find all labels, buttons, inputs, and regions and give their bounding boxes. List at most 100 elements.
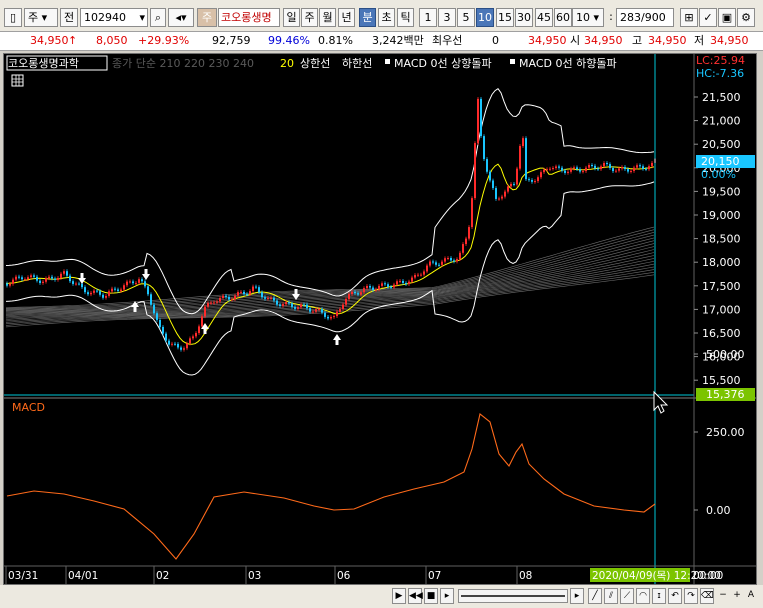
zoom-out-icon[interactable]: − xyxy=(716,588,730,604)
axis-end-time: 00:00 xyxy=(693,570,723,582)
search-icon[interactable]: ⌕ xyxy=(150,8,166,27)
period-button[interactable]: 초 xyxy=(378,8,395,27)
chart-canvas[interactable]: 코오롱생명과학 종가 단순 210 220 230 240 20 상한선 하한선… xyxy=(4,54,756,584)
candle-body xyxy=(294,306,296,309)
candle-body xyxy=(357,293,359,295)
hc-label: HC:-7.36 xyxy=(696,67,744,80)
candle-body xyxy=(423,271,425,275)
period-button[interactable]: 주 xyxy=(301,8,318,27)
upper-band-line xyxy=(5,88,655,315)
interval-select[interactable]: 10 ▾ xyxy=(572,8,604,27)
draw-channel-icon[interactable]: ⫽ xyxy=(604,588,618,604)
interval-button[interactable]: 3 xyxy=(438,8,456,27)
candle-body xyxy=(387,284,389,287)
erase-icon[interactable]: ⌫ xyxy=(700,588,714,604)
candle-body xyxy=(171,343,173,345)
candle-body xyxy=(24,279,26,281)
interval-button[interactable]: 60 xyxy=(554,8,572,27)
candle-body xyxy=(66,271,68,276)
data-table-icon[interactable] xyxy=(11,74,24,87)
candle-body xyxy=(78,283,80,285)
market-select[interactable]: 주 ▾ xyxy=(24,8,58,27)
candle-body xyxy=(168,340,170,345)
period-button[interactable]: 분 xyxy=(359,8,376,27)
draw-arc-icon[interactable]: ◠ xyxy=(636,588,650,604)
candle-body xyxy=(33,275,35,277)
interval-button[interactable]: 15 xyxy=(496,8,514,27)
candle-body xyxy=(576,167,578,170)
candle-body xyxy=(324,312,326,317)
draw-fan-icon[interactable]: ⟋ xyxy=(620,588,634,604)
chart-area[interactable]: 코오롱생명과학 종가 단순 210 220 230 240 20 상한선 하한선… xyxy=(3,53,757,585)
candle-body xyxy=(204,306,206,317)
period-button[interactable]: 월 xyxy=(319,8,336,27)
play-icon[interactable]: ▶ xyxy=(392,588,406,604)
interval-button[interactable]: 45 xyxy=(535,8,553,27)
data-count-field[interactable]: 283/900 xyxy=(616,8,674,27)
candle-body xyxy=(207,302,209,307)
candle-body xyxy=(93,290,95,293)
code-dropdown-icon[interactable]: ▾ xyxy=(139,9,145,26)
price-tick-label: 17,500 xyxy=(702,280,741,293)
interval-button[interactable]: 5 xyxy=(457,8,475,27)
candle-body xyxy=(330,316,332,319)
interval-button[interactable]: 1 xyxy=(419,8,437,27)
chart-window-icon[interactable]: ▯ xyxy=(4,8,22,27)
signal-arrow xyxy=(333,334,341,345)
data-count: 283 xyxy=(620,11,641,24)
draw-line-icon[interactable]: ╱ xyxy=(588,588,602,604)
macd-down-legend: MACD 0선 하향돌파 xyxy=(519,56,617,70)
quote-amount: 3,242백만 xyxy=(372,34,424,47)
period-button[interactable]: 틱 xyxy=(397,8,414,27)
candle-body xyxy=(570,168,572,172)
candle-body xyxy=(327,316,329,319)
stock-code-input[interactable]: 102940 ▾ xyxy=(80,8,148,27)
candle-body xyxy=(360,292,362,295)
interval-button[interactable]: 30 xyxy=(515,8,533,27)
scroll-right-icon[interactable]: ▸ xyxy=(570,588,584,604)
gear-icon[interactable]: ⚙ xyxy=(737,8,755,27)
candle-body xyxy=(363,288,365,293)
x-tick-label: 04/01 xyxy=(68,570,98,582)
market-value: 주 xyxy=(28,11,39,24)
sound-icon[interactable]: ◂▾ xyxy=(168,8,194,27)
candle-body xyxy=(477,98,479,144)
candle-body xyxy=(9,283,11,286)
candle-body xyxy=(639,165,641,167)
rewind-icon[interactable]: ◀◀ xyxy=(408,588,423,604)
period-button[interactable]: 년 xyxy=(338,8,355,27)
candle-body xyxy=(216,301,218,303)
scroll-slider[interactable] xyxy=(458,589,568,603)
candle-body xyxy=(21,277,23,280)
candle-body xyxy=(426,265,428,272)
quote-turnover: 0.81% xyxy=(318,34,353,47)
candle-body xyxy=(573,167,575,169)
grid-icon[interactable]: ⊞ xyxy=(680,8,698,27)
candle-body xyxy=(237,292,239,296)
redo-icon[interactable]: ↷ xyxy=(684,588,698,604)
candle-body xyxy=(474,143,476,199)
candle-body xyxy=(621,167,623,169)
step-back-icon[interactable]: ▸ xyxy=(440,588,454,604)
candle-body xyxy=(420,274,422,276)
period-button[interactable]: 일 xyxy=(283,8,300,27)
text-size-icon[interactable]: A xyxy=(744,588,758,604)
save-icon[interactable]: ▣ xyxy=(718,8,736,27)
check-icon[interactable]: ✓ xyxy=(699,8,717,27)
candle-body xyxy=(351,291,353,295)
interval-button[interactable]: 10 xyxy=(476,8,494,27)
candle-body xyxy=(384,283,386,285)
type-button[interactable]: 전 xyxy=(60,8,78,27)
count-spin-icon[interactable]: : xyxy=(608,8,614,27)
zoom-in-icon[interactable]: + xyxy=(730,588,744,604)
draw-text-icon[interactable]: ɪ xyxy=(652,588,666,604)
candle-body xyxy=(60,273,62,278)
quote-pref-value: 0 xyxy=(492,34,499,47)
stop-icon[interactable]: ■ xyxy=(424,588,438,604)
candle-body xyxy=(249,291,251,295)
candle-body xyxy=(81,283,83,288)
candle-body xyxy=(210,302,212,304)
candle-body xyxy=(126,281,128,286)
candle-body xyxy=(177,343,179,348)
undo-icon[interactable]: ↶ xyxy=(668,588,682,604)
